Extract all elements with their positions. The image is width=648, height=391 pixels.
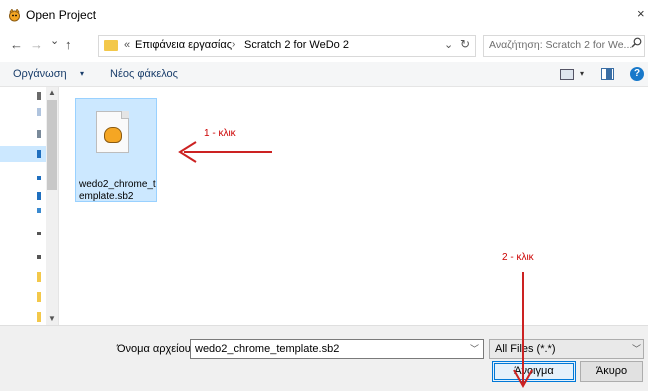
organize-menu[interactable]: Οργάνωση <box>13 68 67 80</box>
nav-item-icon[interactable] <box>37 176 41 180</box>
filetype-value[interactable]: All Files (*.*) <box>495 343 556 355</box>
nav-item-icon[interactable] <box>37 108 41 116</box>
up-folder-icon[interactable]: ↑ <box>65 37 72 52</box>
view-options-icon[interactable] <box>560 69 574 80</box>
file-icon-fold <box>121 111 129 119</box>
refresh-icon[interactable]: ↻ <box>460 37 470 51</box>
nav-item-icon[interactable] <box>37 92 41 100</box>
file-name-label[interactable]: wedo2_chrome_template.sb2 <box>79 179 157 203</box>
command-bar <box>0 62 648 87</box>
nav-item-icon[interactable] <box>37 232 41 235</box>
breadcrumb-overflow[interactable]: « <box>124 39 130 51</box>
forward-icon[interactable]: → <box>30 37 43 52</box>
scrollbar-thumb[interactable] <box>47 100 57 190</box>
new-folder-button[interactable]: Νέος φάκελος <box>110 68 178 80</box>
filename-value[interactable]: wedo2_chrome_template.sb2 <box>195 343 339 355</box>
nav-item-icon[interactable] <box>37 150 41 158</box>
title-bar <box>0 0 648 30</box>
cancel-button[interactable]: Άκυρο <box>580 361 643 382</box>
annotation-step-2: 2 - κλικ <box>502 252 534 263</box>
chevron-down-icon[interactable]: ▾ <box>80 69 84 78</box>
scratch-cat-icon <box>104 127 122 143</box>
nav-item-icon[interactable] <box>37 255 41 259</box>
recent-locations-icon[interactable]: ⌄ <box>50 34 59 47</box>
folder-icon[interactable] <box>37 292 41 302</box>
chevron-down-icon[interactable]: ﹀ <box>470 342 479 355</box>
back-icon[interactable]: ← <box>10 37 23 52</box>
nav-item-icon[interactable] <box>37 208 41 213</box>
filename-label: Όνομα αρχείου: <box>117 343 194 355</box>
breadcrumb-desktop[interactable]: Επιφάνεια εργασίας <box>135 39 232 51</box>
nav-item-icon[interactable] <box>37 130 41 138</box>
open-button-label: Άνοιγμα <box>514 365 554 377</box>
chevron-down-icon[interactable]: ﹀ <box>632 342 641 355</box>
breadcrumb-current-folder[interactable]: Scratch 2 for WeDo 2 <box>244 39 349 51</box>
scroll-down-icon[interactable]: ▼ <box>48 314 56 323</box>
scroll-up-icon[interactable]: ▲ <box>48 88 56 97</box>
search-icon[interactable] <box>631 37 642 51</box>
nav-item-icon[interactable] <box>37 192 41 200</box>
breadcrumb-separator[interactable]: › <box>232 39 235 50</box>
preview-pane-icon-fill <box>606 69 612 79</box>
chevron-down-icon[interactable]: ▾ <box>580 69 584 78</box>
open-button[interactable]: Άνοιγμα <box>492 361 576 382</box>
help-icon[interactable]: ? <box>630 67 644 81</box>
close-icon[interactable]: × <box>637 6 645 21</box>
cancel-button-label: Άκυρο <box>595 365 628 377</box>
chevron-down-icon[interactable]: ⌄ <box>444 38 453 51</box>
folder-icon <box>104 40 118 51</box>
folder-icon[interactable] <box>37 272 41 282</box>
search-placeholder: Αναζήτηση: Scratch 2 for We... <box>489 39 633 51</box>
scratch-cat-icon <box>8 8 21 22</box>
folder-icon[interactable] <box>37 312 41 322</box>
annotation-step-1: 1 - κλικ <box>204 128 236 139</box>
window-title: Open Project <box>26 8 97 22</box>
